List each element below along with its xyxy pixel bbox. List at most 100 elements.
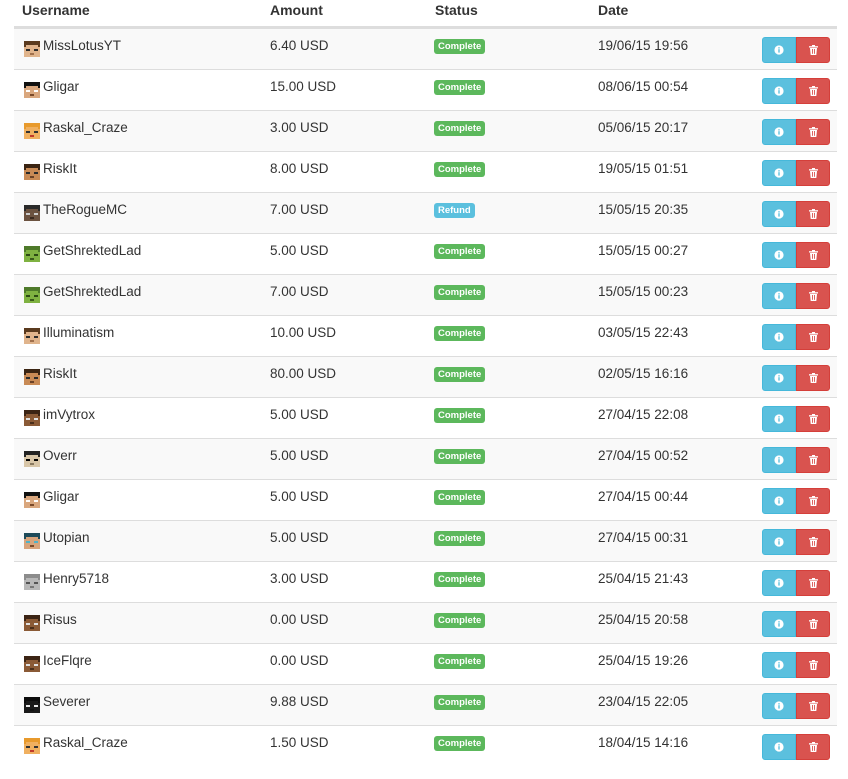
trash-icon [808,168,818,178]
info-button[interactable] [762,447,796,473]
table-row: imVytrox 5.00 USD Complete 27/04/15 22:08 [14,397,837,438]
info-icon [774,660,784,670]
delete-button[interactable] [796,201,830,227]
delete-button[interactable] [796,406,830,432]
info-icon [774,168,784,178]
table-row: RiskIt 80.00 USD Complete 02/05/15 16:16 [14,356,837,397]
username-cell: Raskal_Craze [43,735,128,750]
trash-icon [808,578,818,588]
info-button[interactable] [762,488,796,514]
trash-icon [808,209,818,219]
info-icon [774,209,784,219]
amount-cell: 5.00 USD [270,489,329,504]
info-button[interactable] [762,570,796,596]
username-cell: TheRogueMC [43,202,128,217]
delete-button[interactable] [796,324,830,350]
status-badge: Complete [434,449,486,464]
status-badge: Complete [434,326,486,341]
username-cell: Utopian [43,530,90,545]
avatar [24,492,40,508]
amount-cell: 7.00 USD [270,284,329,299]
info-button[interactable] [762,78,796,104]
amount-cell: 5.00 USD [270,530,329,545]
info-icon [774,127,784,137]
delete-button[interactable] [796,37,830,63]
table-row: TheRogueMC 7.00 USD Refund 15/05/15 20:35 [14,192,837,233]
date-cell: 25/04/15 21:43 [598,571,689,586]
username-cell: IceFlqre [43,653,92,668]
info-button[interactable] [762,160,796,186]
delete-button[interactable] [796,119,830,145]
header-amount: Amount [270,2,323,18]
table-header: Username Amount Status Date [14,0,837,28]
info-button[interactable] [762,119,796,145]
date-cell: 27/04/15 00:31 [598,530,689,545]
username-cell: Illuminatism [43,325,115,340]
date-cell: 05/06/15 20:17 [598,120,689,135]
delete-button[interactable] [796,734,830,760]
trash-icon [808,701,818,711]
info-button[interactable] [762,611,796,637]
status-badge: Complete [434,654,486,669]
delete-button[interactable] [796,160,830,186]
table-row: Henry5718 3.00 USD Complete 25/04/15 21:43 [14,561,837,602]
username-cell: RiskIt [43,161,77,176]
table-row: Risus 0.00 USD Complete 25/04/15 20:58 [14,602,837,643]
delete-button[interactable] [796,447,830,473]
status-badge: Complete [434,367,486,382]
table-row: Gligar 15.00 USD Complete 08/06/15 00:54 [14,69,837,110]
trash-icon [808,742,818,752]
info-button[interactable] [762,734,796,760]
delete-button[interactable] [796,611,830,637]
username-cell: GetShrektedLad [43,243,142,258]
delete-button[interactable] [796,283,830,309]
delete-button[interactable] [796,570,830,596]
trash-icon [808,127,818,137]
delete-button[interactable] [796,652,830,678]
info-button[interactable] [762,37,796,63]
delete-button[interactable] [796,365,830,391]
trash-icon [808,291,818,301]
status-badge: Complete [434,572,486,587]
table-row: Utopian 5.00 USD Complete 27/04/15 00:31 [14,520,837,561]
amount-cell: 7.00 USD [270,202,329,217]
delete-button[interactable] [796,529,830,555]
info-button[interactable] [762,652,796,678]
table-body: MissLotusYT 6.40 USD Complete 19/06/15 19:5… [14,28,837,766]
avatar [24,123,40,139]
status-badge: Complete [434,695,486,710]
avatar [24,615,40,631]
avatar [24,287,40,303]
delete-button[interactable] [796,693,830,719]
info-button[interactable] [762,693,796,719]
delete-button[interactable] [796,78,830,104]
info-button[interactable] [762,324,796,350]
date-cell: 19/06/15 19:56 [598,38,689,53]
info-icon [774,455,784,465]
delete-button[interactable] [796,488,830,514]
amount-cell: 1.50 USD [270,735,329,750]
table-row: GetShrektedLad 7.00 USD Complete 15/05/15 0… [14,274,837,315]
date-cell: 27/04/15 00:52 [598,448,689,463]
amount-cell: 5.00 USD [270,448,329,463]
avatar [24,246,40,262]
trash-icon [808,332,818,342]
info-icon [774,414,784,424]
trash-icon [808,537,818,547]
status-badge: Complete [434,490,486,505]
status-badge: Complete [434,244,486,259]
info-button[interactable] [762,529,796,555]
avatar [24,41,40,57]
username-cell: Gligar [43,79,80,94]
table-row: Raskal_Craze 3.00 USD Complete 05/06/15 20:… [14,110,837,151]
info-button[interactable] [762,365,796,391]
username-cell: imVytrox [43,407,96,422]
delete-button[interactable] [796,242,830,268]
info-button[interactable] [762,406,796,432]
info-button[interactable] [762,283,796,309]
info-button[interactable] [762,201,796,227]
info-button[interactable] [762,242,796,268]
payments-table: Username Amount Status Date MissLotusYT 6… [14,0,837,766]
info-icon [774,619,784,629]
info-icon [774,332,784,342]
